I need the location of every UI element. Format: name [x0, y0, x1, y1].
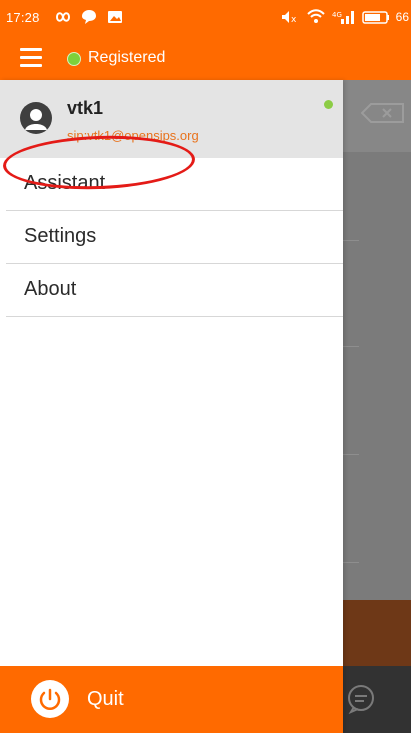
- background-divider: [343, 454, 359, 455]
- svg-text:4G: 4G: [332, 11, 342, 19]
- menu-item-assistant[interactable]: Assistant: [6, 158, 343, 211]
- quit-button[interactable]: Quit: [0, 666, 343, 733]
- chat-icon[interactable]: [345, 683, 377, 715]
- chat-bubble-icon: [82, 10, 96, 24]
- presence-status-dot: [324, 100, 333, 109]
- background-bottom-bar: [343, 666, 411, 733]
- backspace-icon: [361, 103, 404, 123]
- menu-item-label: About: [24, 278, 77, 300]
- image-notification-icon: [108, 11, 122, 23]
- background-dialer-strip: [343, 80, 411, 152]
- signal-icon: 4G: [332, 11, 354, 24]
- menu-item-label: Settings: [24, 225, 97, 247]
- status-time: 17:28: [6, 10, 40, 25]
- account-name: vtk1: [67, 98, 104, 118]
- menu-item-label: Assistant: [24, 172, 106, 194]
- wifi-icon: [307, 9, 325, 23]
- svg-text:x: x: [291, 15, 297, 25]
- hamburger-menu-icon[interactable]: [20, 48, 42, 68]
- menu-item-about[interactable]: About: [6, 264, 343, 317]
- account-sip-address: sip:vtk1@opensips.org: [67, 128, 199, 143]
- battery-level-text: 66: [395, 10, 409, 24]
- volume-icon: x: [282, 11, 297, 25]
- background-divider: [343, 346, 359, 347]
- battery-icon: [362, 11, 389, 24]
- infinity-icon: [55, 12, 71, 22]
- status-bar: 17:28 x 4G 66: [0, 0, 411, 36]
- account-header[interactable]: vtk1 sip:vtk1@opensips.org: [0, 80, 343, 158]
- avatar-icon: [20, 102, 52, 134]
- menu-item-settings[interactable]: Settings: [6, 211, 343, 264]
- background-content: [343, 80, 411, 733]
- power-icon: [31, 680, 69, 718]
- quit-label: Quit: [87, 688, 124, 710]
- registration-status-dot: [67, 52, 81, 66]
- registration-status-text: Registered: [88, 49, 166, 66]
- background-divider: [343, 240, 359, 241]
- background-divider: [343, 562, 359, 563]
- app-bar: Registered: [0, 36, 411, 80]
- navigation-drawer: vtk1 sip:vtk1@opensips.org Assistant Set…: [0, 80, 343, 733]
- background-call-bar: [343, 600, 411, 666]
